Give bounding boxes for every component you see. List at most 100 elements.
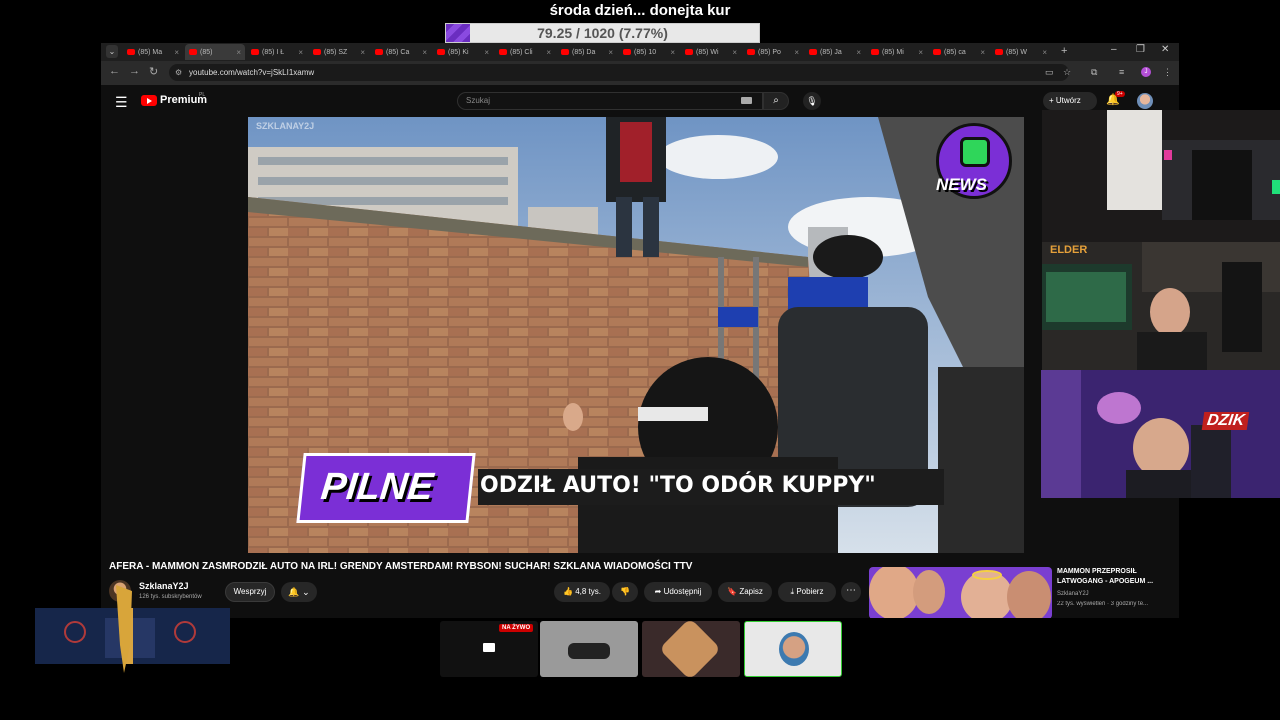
site-info-icon[interactable]: ⚙ <box>175 68 182 77</box>
support-button[interactable]: Wesprzyj <box>225 582 275 602</box>
tab-label: (85) Cli <box>510 48 533 56</box>
knife-icon <box>110 585 140 675</box>
tab-label: (85) Da <box>572 48 596 56</box>
browser-tab[interactable]: (85) × <box>185 44 245 60</box>
dislike-button[interactable]: 👎 <box>612 582 638 602</box>
browser-tab[interactable]: (85) Ma × <box>123 44 183 60</box>
menu-hamburger-icon[interactable]: ☰ <box>115 94 128 111</box>
tab-label: (85) ca <box>944 48 966 56</box>
youtube-favicon-icon <box>933 49 941 55</box>
create-button[interactable]: + Utwórz <box>1043 92 1097 110</box>
pilne-badge: PILNE <box>296 453 476 523</box>
close-tab-icon[interactable]: × <box>1042 48 1047 57</box>
live-badge: NA ŻYWO <box>499 624 534 632</box>
close-tab-icon[interactable]: × <box>298 48 303 57</box>
chevron-down-icon: ⌄ <box>302 587 310 597</box>
create-label: Utwórz <box>1055 96 1081 105</box>
browser-tab[interactable]: (85) Wi × <box>681 44 741 60</box>
back-icon[interactable]: ← <box>109 65 120 77</box>
save-button[interactable]: 🔖 Zapisz <box>718 582 772 602</box>
reload-icon[interactable]: ↻ <box>149 65 158 78</box>
browser-tab[interactable]: (85) Cli × <box>495 44 555 60</box>
close-tab-icon[interactable]: × <box>794 48 799 57</box>
address-bar-row: ← → ↻ youtube.com/watch?v=jSkLI1xamw ⚙ ▭… <box>101 61 1179 85</box>
share-button[interactable]: ➦ Udostępnij <box>644 582 712 602</box>
like-button[interactable]: 👍 4,8 tys. <box>554 582 610 602</box>
youtube-favicon-icon <box>251 49 259 55</box>
bookmark-star-icon[interactable]: ☆ <box>1063 67 1071 78</box>
browser-tab[interactable]: (85) 10 × <box>619 44 679 60</box>
tab-label: (85) Po <box>758 48 781 56</box>
browser-tab[interactable]: (85) Mi × <box>867 44 927 60</box>
like-count: 4,8 tys. <box>575 587 601 596</box>
scene-avatar[interactable] <box>744 621 842 677</box>
close-tab-icon[interactable]: × <box>732 48 737 57</box>
close-tab-icon[interactable]: × <box>236 48 241 57</box>
media-icon[interactable]: ≡ <box>1119 67 1124 77</box>
close-tab-icon[interactable]: × <box>422 48 427 57</box>
close-tab-icon[interactable]: × <box>174 48 179 57</box>
close-tab-icon[interactable]: × <box>918 48 923 57</box>
recommended-thumbnail[interactable] <box>869 567 1052 618</box>
close-tab-icon[interactable]: × <box>484 48 489 57</box>
thumbs-up-icon: 👍 <box>563 587 573 596</box>
browser-tab[interactable]: (85) I Ł × <box>247 44 307 60</box>
close-window-icon[interactable]: ✕ <box>1161 44 1169 55</box>
player-letterbox <box>101 117 248 553</box>
browser-tab[interactable]: (85) Ja × <box>805 44 865 60</box>
browser-tab[interactable]: (85) Ca × <box>371 44 431 60</box>
cast-icon[interactable]: ▭ <box>1045 67 1054 78</box>
address-input[interactable]: youtube.com/watch?v=jSkLI1xamw <box>169 64 1069 81</box>
subscription-bell-button[interactable]: 🔔 ⌄ <box>281 582 317 602</box>
search-input[interactable]: Szukaj <box>457 92 763 110</box>
recommended-channel: SzklanaY2J <box>1057 591 1089 597</box>
new-tab-button[interactable]: + <box>1061 45 1067 57</box>
browser-tab[interactable]: (85) W × <box>991 44 1051 60</box>
browser-tab[interactable]: (85) SZ × <box>309 44 369 60</box>
close-tab-icon[interactable]: × <box>546 48 551 57</box>
youtube-favicon-icon <box>809 49 817 55</box>
youtube-favicon-icon <box>499 49 507 55</box>
tab-label: (85) Ki <box>448 48 469 56</box>
close-tab-icon[interactable]: × <box>670 48 675 57</box>
close-tab-icon[interactable]: × <box>360 48 365 57</box>
browser-window: ⌄ (85) Ma × (85) × (85) I Ł × (85) SZ × (85) Ca ×… <box>101 43 1179 618</box>
profile-icon[interactable]: J <box>1141 67 1151 77</box>
bell-icon: 🔔 <box>288 587 300 597</box>
menu-icon[interactable]: ⋮ <box>1163 67 1172 78</box>
browser-tab[interactable]: (85) Ki × <box>433 44 493 60</box>
share-label: Udostępnij <box>663 587 702 596</box>
tab-label: (85) I Ł <box>262 48 285 56</box>
close-tab-icon[interactable]: × <box>980 48 985 57</box>
tab-label: (85) <box>200 48 213 56</box>
tab-label: (85) Ma <box>138 48 163 56</box>
voice-search-icon[interactable]: 🎙 <box>803 92 821 110</box>
browser-tab[interactable]: (85) Da × <box>557 44 617 60</box>
minimize-icon[interactable]: – <box>1111 44 1117 55</box>
video-player[interactable]: SZKLANAY2J NEWS ODZIŁ AUTO! "TO ODÓR KUP… <box>248 117 1024 553</box>
browser-tab[interactable]: (85) Po × <box>743 44 803 60</box>
download-button[interactable]: ⤓ Pobierz <box>778 582 836 602</box>
search-button[interactable]: ⌕ <box>763 92 789 110</box>
recommended-thumbnail-image <box>869 567 1052 618</box>
youtube-favicon-icon <box>995 49 1003 55</box>
tab-search-button[interactable]: ⌄ <box>106 45 118 58</box>
channel-name[interactable]: SzklanaY2J <box>139 581 189 591</box>
recommended-title[interactable]: MAMMON PRZEPROSIŁ LATWOGANG - APOGEUM ..… <box>1057 567 1175 587</box>
scene-car[interactable] <box>540 621 638 677</box>
face-frame-icon <box>658 621 722 677</box>
close-tab-icon[interactable]: × <box>608 48 613 57</box>
webcam-room <box>1042 110 1280 242</box>
scene-face[interactable] <box>642 621 740 677</box>
maximize-icon[interactable]: ❐ <box>1136 44 1145 55</box>
avatar[interactable] <box>1137 93 1153 109</box>
more-actions-icon[interactable]: ⋯ <box>841 582 861 602</box>
browser-tab[interactable]: (85) ca × <box>929 44 989 60</box>
keyboard-icon[interactable] <box>741 97 752 104</box>
webcam-streamer-image <box>1042 242 1280 370</box>
news-ticker: ODZIŁ AUTO! "TO ODÓR KUPPY" <box>478 469 944 505</box>
forward-icon[interactable]: → <box>129 65 140 77</box>
close-tab-icon[interactable]: × <box>856 48 861 57</box>
extensions-icon[interactable]: ⧉ <box>1091 67 1097 78</box>
webcam-guest: DZIK <box>1041 370 1280 498</box>
